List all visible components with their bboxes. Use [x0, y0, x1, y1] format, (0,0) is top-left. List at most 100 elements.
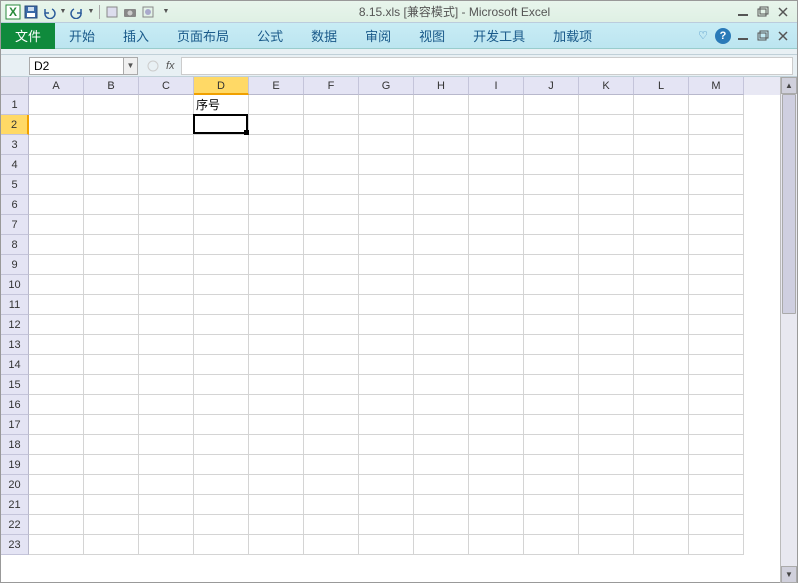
cell-E21[interactable] [249, 495, 304, 515]
cell-H23[interactable] [414, 535, 469, 555]
tab-developer[interactable]: 开发工具 [459, 23, 539, 49]
cell-E20[interactable] [249, 475, 304, 495]
cell-H20[interactable] [414, 475, 469, 495]
cell-G21[interactable] [359, 495, 414, 515]
cell-K15[interactable] [579, 375, 634, 395]
cell-E5[interactable] [249, 175, 304, 195]
cell-M11[interactable] [689, 295, 744, 315]
cell-E9[interactable] [249, 255, 304, 275]
cell-A3[interactable] [29, 135, 84, 155]
cell-K3[interactable] [579, 135, 634, 155]
cell-B22[interactable] [84, 515, 139, 535]
cell-G6[interactable] [359, 195, 414, 215]
scroll-thumb[interactable] [782, 94, 796, 314]
cell-A13[interactable] [29, 335, 84, 355]
scroll-down-icon[interactable]: ▼ [781, 566, 797, 583]
cell-A18[interactable] [29, 435, 84, 455]
cell-I19[interactable] [469, 455, 524, 475]
cell-E4[interactable] [249, 155, 304, 175]
select-all-button[interactable] [1, 77, 29, 95]
row-header-17[interactable]: 17 [1, 415, 29, 435]
cell-J9[interactable] [524, 255, 579, 275]
cell-C16[interactable] [139, 395, 194, 415]
cell-E15[interactable] [249, 375, 304, 395]
column-header-A[interactable]: A [29, 77, 84, 95]
column-header-B[interactable]: B [84, 77, 139, 95]
cell-G8[interactable] [359, 235, 414, 255]
row-header-1[interactable]: 1 [1, 95, 29, 115]
cell-E22[interactable] [249, 515, 304, 535]
tab-pagelayout[interactable]: 页面布局 [163, 23, 243, 49]
cell-E10[interactable] [249, 275, 304, 295]
cell-F23[interactable] [304, 535, 359, 555]
cell-F15[interactable] [304, 375, 359, 395]
cell-B23[interactable] [84, 535, 139, 555]
cell-D7[interactable] [194, 215, 249, 235]
row-header-13[interactable]: 13 [1, 335, 29, 355]
cell-H2[interactable] [414, 115, 469, 135]
cell-A10[interactable] [29, 275, 84, 295]
row-header-15[interactable]: 15 [1, 375, 29, 395]
cell-D4[interactable] [194, 155, 249, 175]
cell-M15[interactable] [689, 375, 744, 395]
vertical-scrollbar[interactable]: ▲ ▼ [780, 77, 797, 583]
cell-A22[interactable] [29, 515, 84, 535]
cell-C20[interactable] [139, 475, 194, 495]
cell-B19[interactable] [84, 455, 139, 475]
cell-B1[interactable] [84, 95, 139, 115]
cell-B15[interactable] [84, 375, 139, 395]
cell-G20[interactable] [359, 475, 414, 495]
workbook-restore-icon[interactable] [755, 28, 771, 44]
redo-dropdown-icon[interactable]: ▼ [87, 4, 95, 20]
cell-J2[interactable] [524, 115, 579, 135]
cell-I21[interactable] [469, 495, 524, 515]
cell-D8[interactable] [194, 235, 249, 255]
cell-E11[interactable] [249, 295, 304, 315]
cell-I14[interactable] [469, 355, 524, 375]
cell-K2[interactable] [579, 115, 634, 135]
cell-A23[interactable] [29, 535, 84, 555]
cell-E19[interactable] [249, 455, 304, 475]
cell-H14[interactable] [414, 355, 469, 375]
row-header-14[interactable]: 14 [1, 355, 29, 375]
column-header-D[interactable]: D [194, 77, 249, 95]
cell-A16[interactable] [29, 395, 84, 415]
cell-J22[interactable] [524, 515, 579, 535]
cell-M19[interactable] [689, 455, 744, 475]
cell-C1[interactable] [139, 95, 194, 115]
cell-K21[interactable] [579, 495, 634, 515]
row-header-23[interactable]: 23 [1, 535, 29, 555]
cell-B11[interactable] [84, 295, 139, 315]
tab-data[interactable]: 数据 [297, 23, 351, 49]
cell-C15[interactable] [139, 375, 194, 395]
cell-C19[interactable] [139, 455, 194, 475]
cell-H5[interactable] [414, 175, 469, 195]
cell-M20[interactable] [689, 475, 744, 495]
cell-J12[interactable] [524, 315, 579, 335]
cell-J6[interactable] [524, 195, 579, 215]
cell-A12[interactable] [29, 315, 84, 335]
cell-K16[interactable] [579, 395, 634, 415]
cell-J20[interactable] [524, 475, 579, 495]
cell-H7[interactable] [414, 215, 469, 235]
cell-I11[interactable] [469, 295, 524, 315]
cell-M21[interactable] [689, 495, 744, 515]
cell-A11[interactable] [29, 295, 84, 315]
cell-K18[interactable] [579, 435, 634, 455]
cell-F21[interactable] [304, 495, 359, 515]
cell-L15[interactable] [634, 375, 689, 395]
cell-H6[interactable] [414, 195, 469, 215]
cell-A5[interactable] [29, 175, 84, 195]
cell-D3[interactable] [194, 135, 249, 155]
cell-F8[interactable] [304, 235, 359, 255]
cell-G23[interactable] [359, 535, 414, 555]
cell-L14[interactable] [634, 355, 689, 375]
cell-B12[interactable] [84, 315, 139, 335]
cell-A14[interactable] [29, 355, 84, 375]
cell-J18[interactable] [524, 435, 579, 455]
cell-H9[interactable] [414, 255, 469, 275]
cell-L5[interactable] [634, 175, 689, 195]
cell-A15[interactable] [29, 375, 84, 395]
cell-I5[interactable] [469, 175, 524, 195]
tab-formulas[interactable]: 公式 [243, 23, 297, 49]
